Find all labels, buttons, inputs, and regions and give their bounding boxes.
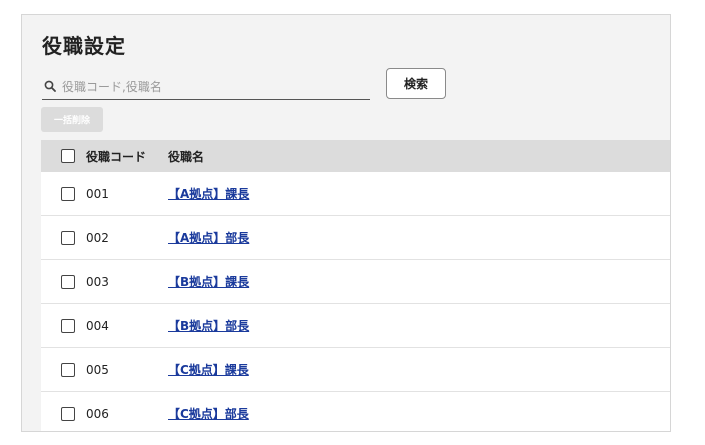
bulk-delete-button[interactable]: 一括削除 — [41, 107, 103, 132]
page-title: 役職設定 — [42, 34, 126, 58]
position-name-link[interactable]: 【A拠点】部長 — [168, 231, 249, 245]
position-code: 006 — [86, 406, 109, 421]
row-checkbox[interactable] — [61, 318, 75, 333]
table-row: 004 【B拠点】部長 — [41, 304, 670, 348]
position-name-link[interactable]: 【C拠点】課長 — [168, 363, 249, 377]
position-name-link[interactable]: 【B拠点】部長 — [168, 319, 249, 333]
table-header: 役職コード 役職名 — [41, 140, 670, 172]
position-name-link[interactable]: 【A拠点】課長 — [168, 187, 249, 201]
row-checkbox[interactable] — [61, 362, 75, 377]
row-checkbox[interactable] — [61, 186, 75, 201]
select-all-checkbox[interactable] — [61, 149, 75, 163]
search-field[interactable] — [42, 77, 370, 100]
row-checkbox[interactable] — [61, 230, 75, 245]
column-header-code: 役職コード — [86, 149, 147, 164]
position-settings-panel: 役職設定 検索 一括削除 役職コード 役職名 001 【A拠点】課長 002 【… — [21, 14, 671, 432]
position-name-link[interactable]: 【B拠点】課長 — [168, 275, 249, 289]
position-code: 001 — [86, 186, 109, 201]
search-button[interactable]: 検索 — [386, 68, 446, 99]
position-code: 002 — [86, 230, 109, 245]
table-row: 003 【B拠点】課長 — [41, 260, 670, 304]
table-row: 006 【C拠点】部長 — [41, 392, 670, 431]
position-code: 005 — [86, 362, 109, 377]
position-code: 004 — [86, 318, 109, 333]
table-row: 005 【C拠点】課長 — [41, 348, 670, 392]
position-name-link[interactable]: 【C拠点】部長 — [168, 407, 249, 421]
row-checkbox[interactable] — [61, 406, 75, 421]
row-checkbox[interactable] — [61, 274, 75, 289]
search-input[interactable] — [62, 77, 362, 97]
table-row: 001 【A拠点】課長 — [41, 172, 670, 216]
column-header-name: 役職名 — [168, 149, 205, 164]
table-row: 002 【A拠点】部長 — [41, 216, 670, 260]
search-icon — [44, 80, 56, 92]
positions-table: 役職コード 役職名 001 【A拠点】課長 002 【A拠点】部長 003 【B… — [41, 140, 670, 431]
position-code: 003 — [86, 274, 109, 289]
